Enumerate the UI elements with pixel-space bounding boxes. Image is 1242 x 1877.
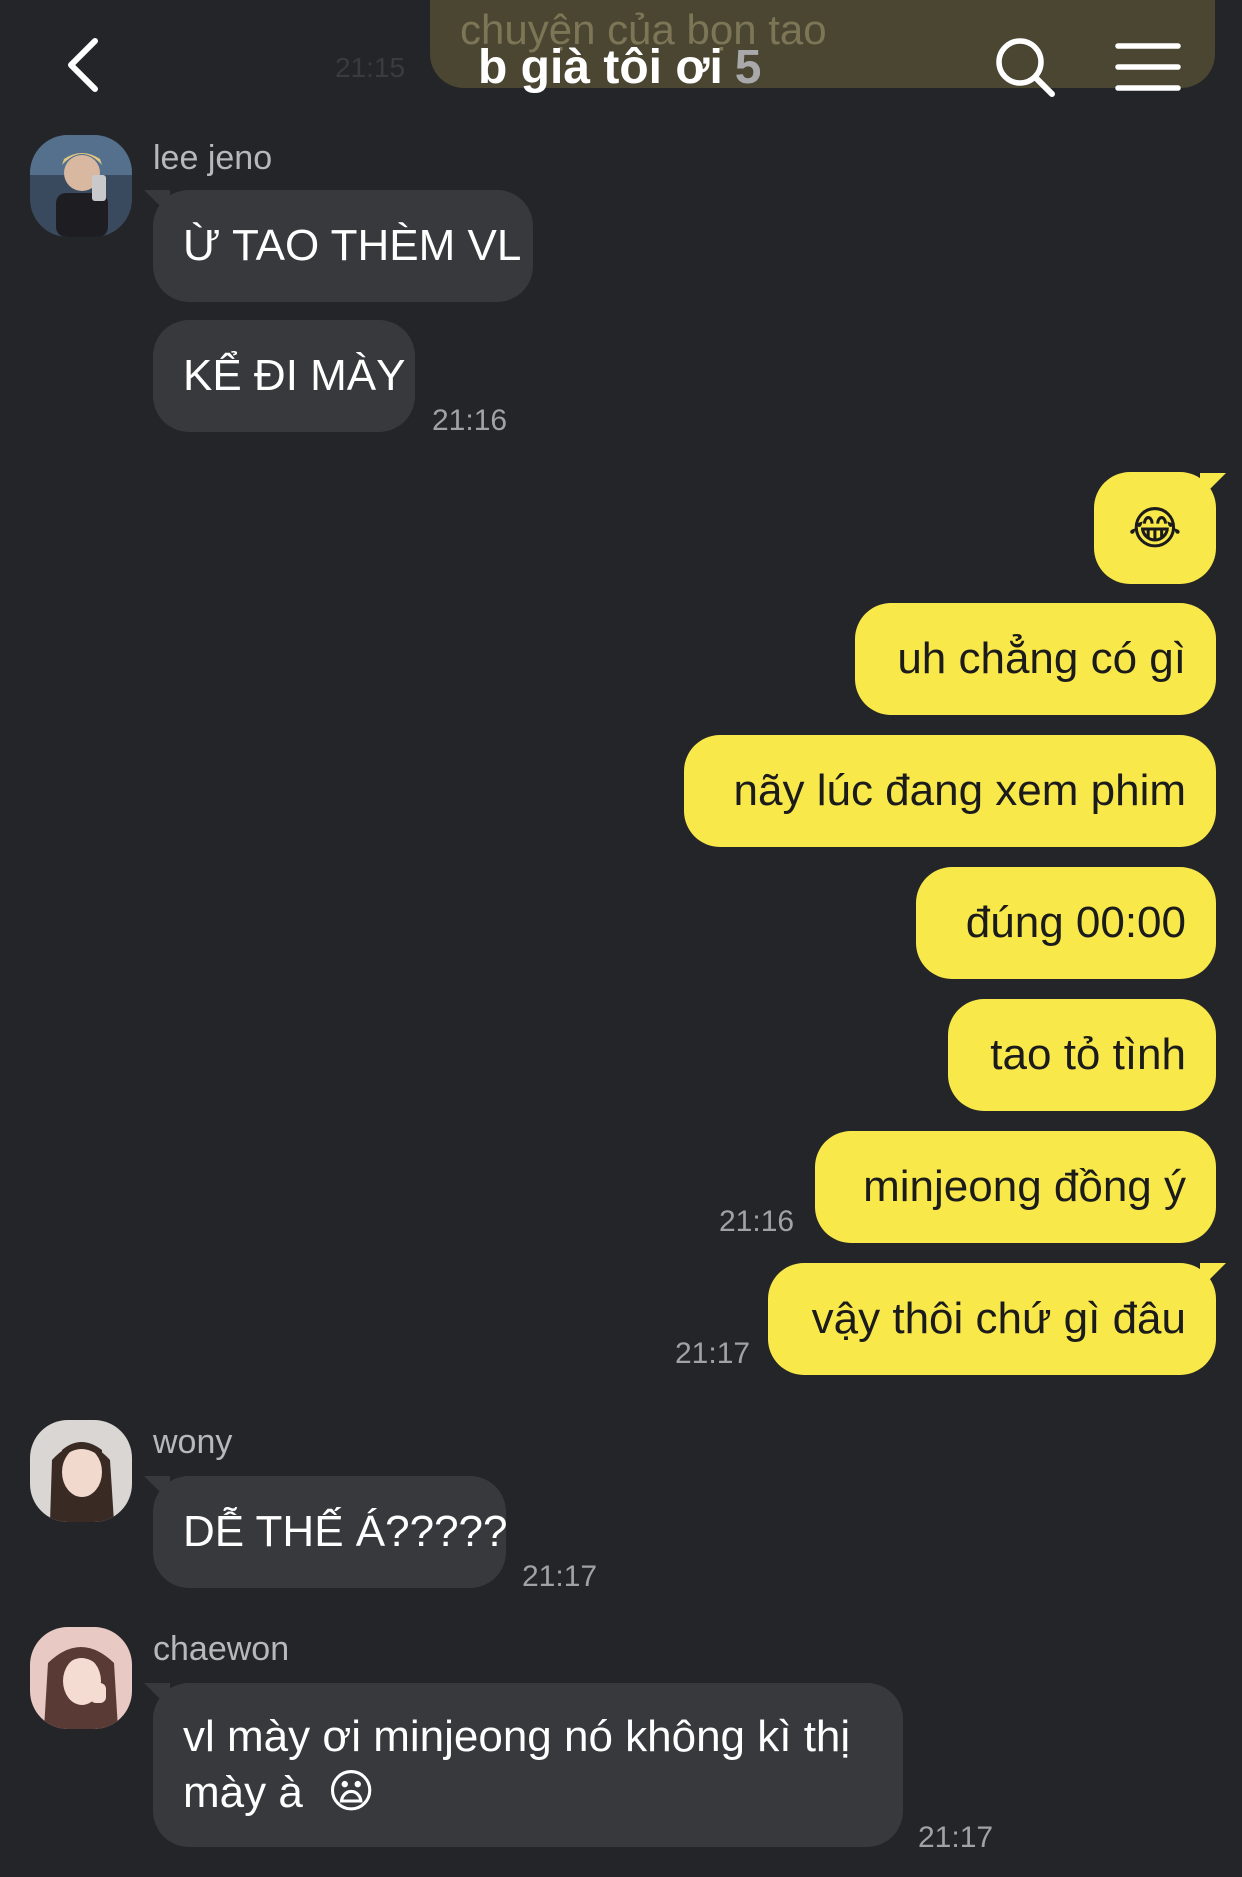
message-bubble[interactable]: uh chẳng có gì: [855, 603, 1216, 715]
menu-button[interactable]: [1110, 32, 1185, 102]
chat-title-text: b già tôi ơi: [478, 41, 723, 94]
sender-name: chaewon: [153, 1630, 290, 1668]
avatar-photo: [30, 135, 132, 237]
back-button[interactable]: [48, 30, 118, 100]
avatar-wony[interactable]: [30, 1420, 132, 1522]
chat-title: b già tôi ơi 5: [478, 40, 761, 95]
message-bubble[interactable]: 😂: [1094, 472, 1216, 584]
avatar-chaewon[interactable]: [30, 1627, 132, 1729]
message-bubble[interactable]: vl mày ơi minjeong nó không kì thị mày à…: [153, 1683, 903, 1847]
scrolled-message-time: 21:15: [335, 52, 406, 83]
chevron-left-icon: [68, 38, 98, 92]
message-bubble[interactable]: vậy thôi chứ gì đâu: [768, 1263, 1216, 1375]
avatar-lee-jeno[interactable]: [30, 135, 132, 237]
message-bubble[interactable]: KỂ ĐI MÀY: [153, 320, 415, 432]
message-bubble[interactable]: Ừ TAO THÈM VL: [153, 190, 533, 302]
emoji-laughing: 😂: [1128, 502, 1182, 554]
sender-name: lee jeno: [153, 139, 273, 177]
search-button[interactable]: [990, 32, 1060, 102]
avatar-photo: [30, 1627, 132, 1729]
avatar-photo: [30, 1420, 132, 1522]
message-time: 21:17: [522, 1560, 598, 1593]
message-line-text: mày à: [183, 1768, 303, 1817]
member-count: 5: [734, 41, 762, 94]
message-time: 21:16: [432, 404, 508, 437]
search-icon: [996, 38, 1055, 97]
hamburger-menu-icon: [1115, 43, 1181, 91]
chat-header: chuyện của bọn tao 21:15 b già tôi ơi 5: [0, 0, 1242, 130]
message-bubble[interactable]: đúng 00:00: [916, 867, 1216, 979]
message-time: 21:17: [675, 1337, 751, 1370]
message-bubble[interactable]: nãy lúc đang xem phim: [684, 735, 1216, 847]
message-line: mày à 😦: [183, 1764, 375, 1820]
emoji-frowning: 😦: [327, 1765, 376, 1817]
message-time: 21:17: [918, 1821, 994, 1854]
message-line: vl mày ơi minjeong nó không kì thị: [183, 1712, 851, 1761]
message-bubble[interactable]: DỄ THẾ Á?????: [153, 1476, 507, 1588]
message-time: 21:16: [719, 1205, 795, 1238]
message-bubble[interactable]: minjeong đồng ý: [815, 1131, 1216, 1243]
message-bubble[interactable]: tao tỏ tình: [948, 999, 1216, 1111]
sender-name: wony: [153, 1423, 233, 1461]
